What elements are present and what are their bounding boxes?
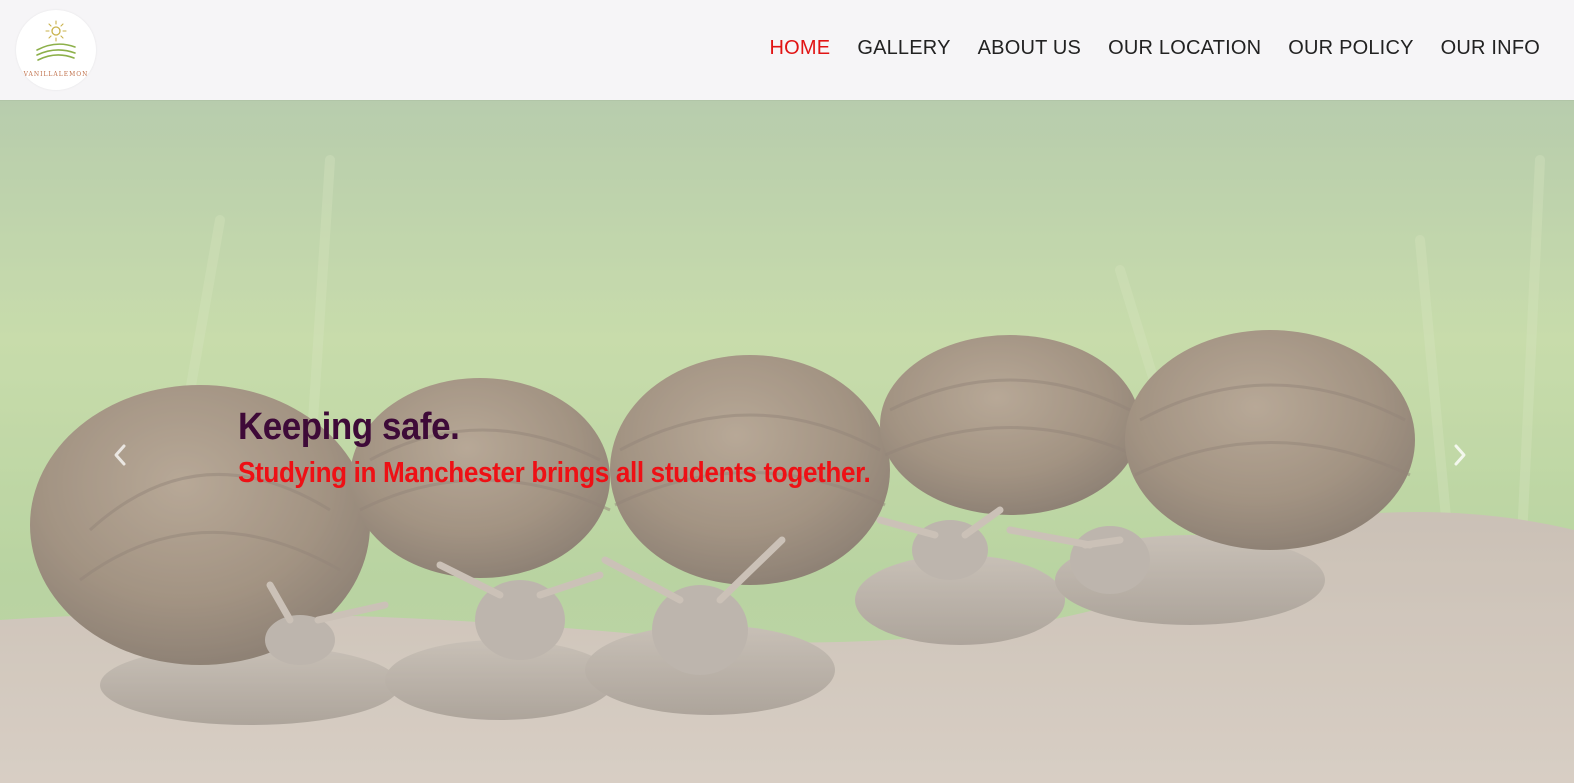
site-header: VANILLALEMON HOME GALLERY ABOUT US OUR L… [0, 0, 1574, 100]
carousel-prev-button[interactable] [108, 440, 132, 470]
carousel-next-button[interactable] [1448, 440, 1472, 470]
nav-item-our-location[interactable]: OUR LOCATION [1108, 36, 1261, 60]
hero-subtitle: Studying in Manchester brings all studen… [238, 457, 871, 489]
nav-item-our-policy[interactable]: OUR POLICY [1288, 36, 1413, 60]
nav-item-gallery[interactable]: GALLERY [857, 36, 950, 60]
chevron-left-icon [114, 444, 126, 466]
main-nav: HOME GALLERY ABOUT US OUR LOCATION OUR P… [770, 36, 1541, 60]
hero-carousel: Keeping safe. Studying in Manchester bri… [0, 100, 1574, 783]
logo-wordmark: VANILLALEMON [23, 71, 89, 78]
nav-item-our-info[interactable]: OUR INFO [1441, 36, 1540, 60]
nav-item-home[interactable]: HOME [770, 36, 831, 60]
hero-title: Keeping safe. [238, 406, 460, 448]
chevron-right-icon [1454, 444, 1466, 466]
hero-caption: Keeping safe. Studying in Manchester bri… [238, 405, 941, 491]
sun-fields-logo-icon [36, 20, 76, 61]
brand-logo[interactable]: VANILLALEMON [16, 10, 96, 90]
nav-item-about-us[interactable]: ABOUT US [978, 36, 1081, 60]
